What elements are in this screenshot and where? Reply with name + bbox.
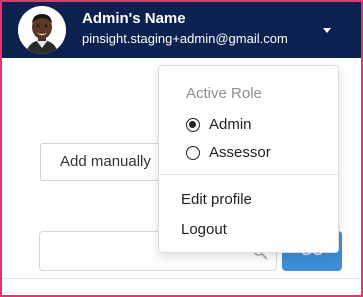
logout-menu-item[interactable]: Logout (181, 221, 227, 239)
user-avatar-image (18, 6, 66, 54)
role-option-assessor[interactable]: Assessor (186, 143, 271, 163)
radio-checked-icon[interactable] (186, 118, 200, 132)
app-window: Admin's Name pinsight.staging+admin@gmai… (0, 0, 363, 297)
active-role-heading: Active Role (186, 85, 262, 102)
menu-divider (159, 174, 338, 175)
role-label: Admin (209, 116, 252, 133)
user-name: Admin's Name (82, 10, 186, 27)
edit-profile-menu-item[interactable]: Edit profile (181, 191, 252, 209)
radio-unchecked-icon[interactable] (186, 146, 200, 160)
role-label: Assessor (209, 144, 271, 161)
divider (2, 278, 361, 279)
avatar[interactable] (18, 6, 66, 54)
user-email: pinsight.staging+admin@gmail.com (82, 31, 288, 46)
user-menu-toggle-chevron-down-icon[interactable] (320, 24, 334, 36)
header-bar: Admin's Name pinsight.staging+admin@gmai… (2, 2, 361, 58)
user-dropdown-menu: Active Role Admin Assessor Edit profile … (158, 65, 339, 253)
role-option-admin[interactable]: Admin (186, 115, 252, 135)
